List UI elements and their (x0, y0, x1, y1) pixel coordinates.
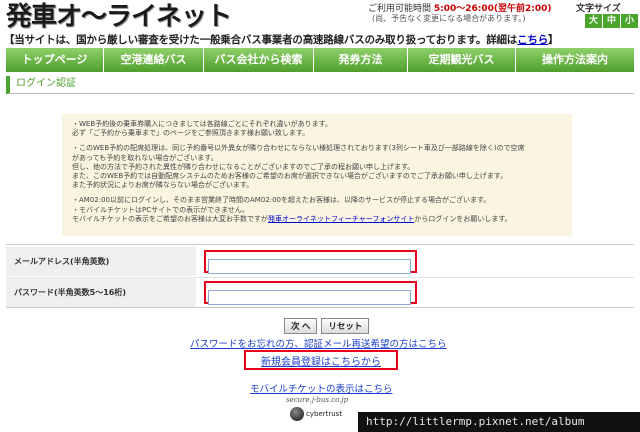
info-line: があっても予約を取れない場合がございます。 (72, 153, 218, 162)
reset-button[interactable]: リセット (321, 318, 370, 334)
email-label: メールアドレス(半角英数) (6, 247, 196, 276)
font-size-small-button[interactable]: 小 (621, 14, 638, 28)
font-size-switcher: 大 中 小 (584, 14, 638, 28)
feature-phone-site-link[interactable]: 発車オーライネットフィーチャーフォンサイト (268, 215, 414, 223)
mobile-ticket-link[interactable]: モバイルチケットの表示はこちら (250, 381, 393, 395)
info-last-suffix: からログインをお願いします。 (414, 214, 512, 223)
new-member-link[interactable]: 新規会員登録はこちらから (261, 357, 381, 368)
main-nav: トップページ 空港連絡バス バス会社から検索 発券方法 定期観光バス 操作方法案… (6, 48, 634, 72)
password-row: パスワード(半角英数5〜16桁) (6, 277, 634, 307)
info-line: ・AM02:00以前にログインし、そのまま営業終了時間のAM02:00を超えたお… (72, 196, 491, 205)
info-box: ・WEB予約後の乗車券購入につきましては各路線ごとにそれぞれ違いがあります。 必… (62, 114, 572, 236)
notice-details-link[interactable]: こちら (517, 34, 548, 46)
nav-search-by-company[interactable]: バス会社から検索 (204, 48, 314, 72)
nav-sightseeing-bus[interactable]: 定期観光バス (408, 48, 516, 72)
info-line: また予約状況によりお席が隣ならない場合がございます。 (72, 181, 254, 190)
site-domain: secure.j-bus.co.jp (286, 396, 349, 404)
site-logo[interactable]: 発車オ〜ライネット (6, 2, 232, 32)
info-line: ・このWEB予約の配席処理は、同じ予約番号以外異女が隣り合わせにならない様処理さ… (72, 144, 525, 153)
password-label: パスワード(半角英数5〜16桁) (6, 278, 196, 307)
nav-top-page[interactable]: トップページ (6, 48, 104, 72)
nav-airport-bus[interactable]: 空港連絡バス (104, 48, 204, 72)
nav-how-to-use[interactable]: 操作方法案内 (516, 48, 634, 72)
cybertrust-seal-icon (290, 407, 304, 421)
form-buttons: 次 へ リセット (284, 318, 370, 334)
new-member-highlight: 新規会員登録はこちらから (244, 350, 398, 370)
login-form: メールアドレス(半角英数) パスワード(半角英数5〜16桁) (6, 244, 634, 308)
email-row: メールアドレス(半角英数) (6, 247, 634, 276)
info-line: 但し、他の方法で予約された異性が隣り合わせになることがございますのでご了承の程お… (72, 162, 415, 171)
page-title: ログイン認証 (6, 76, 634, 94)
hours-note: (尚、予告なく変更になる場合があります。) (372, 14, 526, 23)
notice-close: 】 (548, 34, 559, 46)
info-last-prefix: モバイルチケットの表示をご希望のお客様は大変お手数ですが (72, 214, 268, 223)
watermark-url: http://littlermp.pixnet.net/album (358, 412, 640, 432)
email-field-highlight (204, 250, 417, 274)
info-line: また、このWEB予約では自動配席システムのためお客様のご希望のお席が選択できない… (72, 172, 508, 181)
info-line: 必ず「ご予約から乗車まで」のページをご参照頂きます様お願い致します。 (72, 129, 310, 138)
password-field[interactable] (208, 289, 411, 305)
email-field[interactable] (208, 258, 411, 274)
cybertrust-badge[interactable]: cybertrust (290, 407, 342, 421)
font-size-large-button[interactable]: 大 (585, 14, 602, 28)
font-size-label: 文字サイズ (576, 4, 621, 14)
nav-ticketing[interactable]: 発券方法 (314, 48, 408, 72)
font-size-medium-button[interactable]: 中 (603, 14, 620, 28)
forgot-password-link[interactable]: パスワードをお忘れの方、認証メール再送希望の方はこちら (190, 336, 447, 350)
info-line: ・WEB予約後の乗車券購入につきましては各路線ごとにそれぞれ違いがあります。 (72, 120, 332, 128)
password-field-highlight (204, 281, 417, 305)
notice-text: 【当サイトは、国から厳しい審査を受けた一般乗合バス事業者の高速路線バスのみ取り扱… (4, 34, 518, 46)
info-line: モバイルチケットの表示をご希望のお客様は大変お手数ですが発車オーライネットフィー… (72, 215, 564, 224)
next-button[interactable]: 次 へ (284, 318, 318, 334)
info-line: ・モバイルチケットはPCサイトでの表示ができません。 (72, 205, 249, 214)
notice-banner: 【当サイトは、国から厳しい審査を受けた一般乗合バス事業者の高速路線バスのみ取り扱… (4, 32, 638, 47)
cybertrust-label: cybertrust (306, 409, 343, 418)
